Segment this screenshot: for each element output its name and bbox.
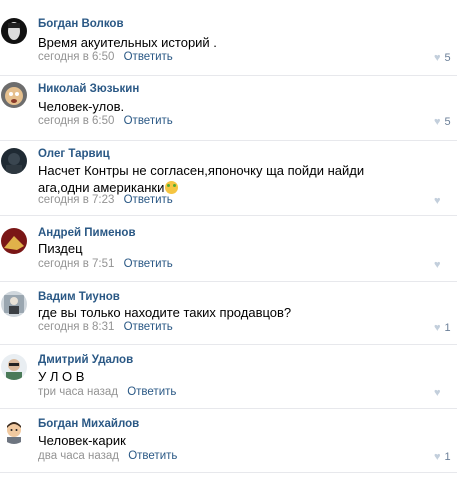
reply-button[interactable]: Ответить bbox=[124, 194, 173, 206]
like-count: 1 bbox=[444, 322, 451, 334]
comment-text: Насчет Контры не согласен,японочку ща по… bbox=[38, 162, 418, 196]
avatar[interactable] bbox=[1, 148, 27, 174]
comment-meta: сегодня в 7:51 Ответить bbox=[38, 258, 173, 270]
comment-item: Николай Зюзькин Человек-улов. сегодня в … bbox=[0, 75, 457, 141]
comment-time[interactable]: три часа назад bbox=[38, 386, 118, 398]
heart-icon: ♥ bbox=[434, 451, 441, 463]
comment-text: где вы только находите таких продавцов? bbox=[38, 305, 292, 320]
comment-author[interactable]: Андрей Пименов bbox=[38, 227, 136, 239]
heart-icon: ♥ bbox=[434, 116, 441, 128]
comment-author[interactable]: Вадим Тиунов bbox=[38, 291, 120, 303]
like-count: 1 bbox=[444, 451, 451, 463]
avatar[interactable] bbox=[1, 418, 27, 444]
comment-meta: сегодня в 7:23 Ответить bbox=[38, 194, 173, 206]
comment-meta: сегодня в 6:50 Ответить bbox=[38, 51, 173, 63]
comment-author[interactable]: Олег Тарвиц bbox=[38, 148, 110, 160]
like-button[interactable]: ♥ 1 bbox=[434, 322, 460, 336]
comment-meta: сегодня в 8:31 Ответить bbox=[38, 321, 173, 333]
comment-text: Пиздец bbox=[38, 241, 83, 256]
reply-button[interactable]: Ответить bbox=[124, 51, 173, 63]
smiley-icon bbox=[165, 181, 179, 194]
avatar[interactable] bbox=[1, 228, 27, 254]
reply-button[interactable]: Ответить bbox=[124, 258, 173, 270]
comment-item: Богдан Михайлов Человек-карик два часа н… bbox=[0, 408, 457, 473]
like-button[interactable]: ♥ bbox=[434, 195, 460, 209]
comment-author[interactable]: Богдан Михайлов bbox=[38, 418, 139, 430]
like-button[interactable]: ♥ 1 bbox=[434, 451, 460, 465]
like-button[interactable]: ♥ bbox=[434, 259, 460, 273]
comment-meta: сегодня в 6:50 Ответить bbox=[38, 115, 173, 127]
avatar[interactable] bbox=[1, 18, 27, 44]
comment-author[interactable]: Дмитрий Удалов bbox=[38, 354, 133, 366]
comment-item: Богдан Волков Время акуительных историй … bbox=[0, 0, 457, 76]
reply-button[interactable]: Ответить bbox=[124, 321, 173, 333]
reply-button[interactable]: Ответить bbox=[128, 450, 177, 462]
comment-item: Вадим Тиунов где вы только находите таки… bbox=[0, 281, 457, 345]
comment-text: Человек-улов. bbox=[38, 99, 125, 114]
comment-time[interactable]: сегодня в 6:50 bbox=[38, 51, 114, 63]
comment-item: Дмитрий Удалов У Л О В три часа назад От… bbox=[0, 344, 457, 409]
heart-icon: ♥ bbox=[434, 52, 441, 64]
avatar[interactable] bbox=[1, 82, 27, 108]
comment-meta: три часа назад Ответить bbox=[38, 386, 176, 398]
avatar[interactable] bbox=[1, 291, 27, 317]
comment-item: Андрей Пименов Пиздец сегодня в 7:51 Отв… bbox=[0, 215, 457, 282]
like-button[interactable]: ♥ 5 bbox=[434, 116, 460, 130]
comment-time[interactable]: сегодня в 8:31 bbox=[38, 321, 114, 333]
like-button[interactable]: ♥ bbox=[434, 387, 460, 401]
like-count: 5 bbox=[444, 116, 451, 128]
heart-icon: ♥ bbox=[434, 195, 441, 207]
comment-time[interactable]: сегодня в 6:50 bbox=[38, 115, 114, 127]
comment-author[interactable]: Николай Зюзькин bbox=[38, 83, 139, 95]
comment-time[interactable]: два часа назад bbox=[38, 450, 119, 462]
comment-text: Время акуительных историй . bbox=[38, 35, 217, 50]
heart-icon: ♥ bbox=[434, 259, 441, 271]
comment-text-content: Насчет Контры не согласен,японочку ща по… bbox=[38, 163, 365, 195]
comment-text: У Л О В bbox=[38, 369, 85, 384]
comment-meta: два часа назад Ответить bbox=[38, 450, 177, 462]
comment-time[interactable]: сегодня в 7:23 bbox=[38, 194, 114, 206]
comment-time[interactable]: сегодня в 7:51 bbox=[38, 258, 114, 270]
comment-item: Олег Тарвиц Насчет Контры не согласен,яп… bbox=[0, 140, 457, 216]
like-count: 5 bbox=[444, 52, 451, 64]
reply-button[interactable]: Ответить bbox=[124, 115, 173, 127]
comment-author[interactable]: Богдан Волков bbox=[38, 18, 124, 30]
comment-text: Человек-карик bbox=[38, 433, 126, 448]
reply-button[interactable]: Ответить bbox=[127, 386, 176, 398]
like-button[interactable]: ♥ 5 bbox=[434, 52, 460, 66]
avatar[interactable] bbox=[1, 354, 27, 380]
heart-icon: ♥ bbox=[434, 387, 441, 399]
heart-icon: ♥ bbox=[434, 322, 441, 334]
